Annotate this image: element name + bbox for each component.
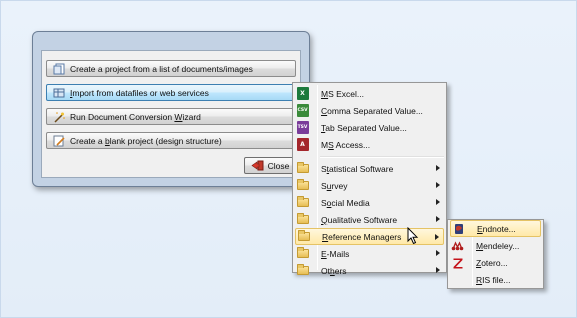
submenu-arrow-icon [436, 199, 440, 205]
menu-item-mendeley[interactable]: Mendeley... [448, 237, 543, 254]
database-icon [53, 87, 65, 99]
menu-item-social-media[interactable]: Social Media [293, 194, 446, 211]
button-label: Import from datafiles or web services [70, 87, 209, 98]
folder-icon [296, 196, 309, 209]
zotero-icon [451, 256, 464, 269]
menu-item-qualitative-software[interactable]: Qualitative Software [293, 211, 446, 228]
menu-item-reference-managers[interactable]: Reference Managers [295, 228, 444, 245]
menu-item-label: Endnote... [477, 223, 516, 234]
menu-item-label: Others [321, 265, 347, 276]
folder-icon [296, 179, 309, 192]
menu-item-label: Comma Separated Value... [321, 105, 423, 116]
submenu-arrow-icon [436, 216, 440, 222]
menu-item-label: Social Media [321, 197, 370, 208]
menu-item-ms-access[interactable]: A MS Access... [293, 136, 446, 153]
folder-icon [296, 264, 309, 277]
project-dialog: Create a project from a list of document… [32, 31, 310, 187]
import-from-datafiles-button[interactable]: Import from datafiles or web services [46, 84, 296, 101]
tsv-icon: TSV [296, 121, 309, 134]
folder-icon [297, 230, 310, 243]
menu-item-label: Qualitative Software [321, 214, 398, 225]
create-from-documents-button[interactable]: Create a project from a list of document… [46, 60, 296, 77]
dialog-body: Create a project from a list of document… [41, 50, 301, 178]
documents-icon [53, 63, 65, 75]
button-label: Create a blank project (design structure… [70, 135, 222, 146]
screenshot-background: Create a project from a list of document… [0, 0, 577, 318]
access-icon: A [296, 138, 309, 151]
reference-managers-submenu: Endnote... Mendeley... Zotero... RIS fil… [447, 219, 544, 289]
menu-item-others[interactable]: Others [293, 262, 446, 279]
menu-item-csv[interactable]: CSV Comma Separated Value... [293, 102, 446, 119]
wizard-icon [53, 111, 65, 123]
endnote-icon [452, 222, 465, 235]
button-label: Create a project from a list of document… [70, 63, 253, 74]
menu-item-label: MS Excel... [321, 88, 364, 99]
close-label: Close [267, 160, 290, 171]
blank-icon [451, 273, 464, 286]
submenu-arrow-icon [436, 267, 440, 273]
close-door-icon [251, 160, 264, 171]
menu-item-zotero[interactable]: Zotero... [448, 254, 543, 271]
submenu-arrow-icon [436, 250, 440, 256]
menu-item-label: MS Access... [321, 139, 371, 150]
menu-item-tsv[interactable]: TSV Tab Separated Value... [293, 119, 446, 136]
mouse-cursor-icon [407, 227, 419, 245]
folder-icon [296, 213, 309, 226]
menu-item-label: Statistical Software [321, 163, 394, 174]
excel-icon: X [296, 87, 309, 100]
menu-separator [293, 153, 446, 160]
folder-icon [296, 247, 309, 260]
menu-item-label: Tab Separated Value... [321, 122, 407, 133]
menu-item-label: Reference Managers [322, 231, 402, 242]
menu-item-statistical-software[interactable]: Statistical Software [293, 160, 446, 177]
close-button[interactable]: Close [244, 157, 296, 174]
folder-icon [296, 162, 309, 175]
menu-item-label: RIS file... [476, 274, 511, 285]
submenu-arrow-icon [436, 165, 440, 171]
run-conversion-wizard-button[interactable]: Run Document Conversion Wizard [46, 108, 296, 125]
menu-item-endnote[interactable]: Endnote... [450, 220, 541, 237]
menu-item-survey[interactable]: Survey [293, 177, 446, 194]
menu-item-label: Survey [321, 180, 348, 191]
create-blank-project-button[interactable]: Create a blank project (design structure… [46, 132, 296, 149]
button-label: Run Document Conversion Wizard [70, 111, 201, 122]
menu-item-label: Zotero... [476, 257, 508, 268]
menu-item-label: E-Mails [321, 248, 350, 259]
menu-item-label: Mendeley... [476, 240, 520, 251]
submenu-arrow-icon [435, 234, 439, 240]
menu-item-ris-file[interactable]: RIS file... [448, 271, 543, 288]
blank-project-icon [53, 135, 65, 147]
import-menu: X MS Excel... CSV Comma Separated Value.… [292, 82, 447, 276]
csv-icon: CSV [296, 104, 309, 117]
menu-item-ms-excel[interactable]: X MS Excel... [293, 85, 446, 102]
mendeley-icon [451, 239, 464, 252]
menu-item-e-mails[interactable]: E-Mails [293, 245, 446, 262]
submenu-arrow-icon [436, 182, 440, 188]
